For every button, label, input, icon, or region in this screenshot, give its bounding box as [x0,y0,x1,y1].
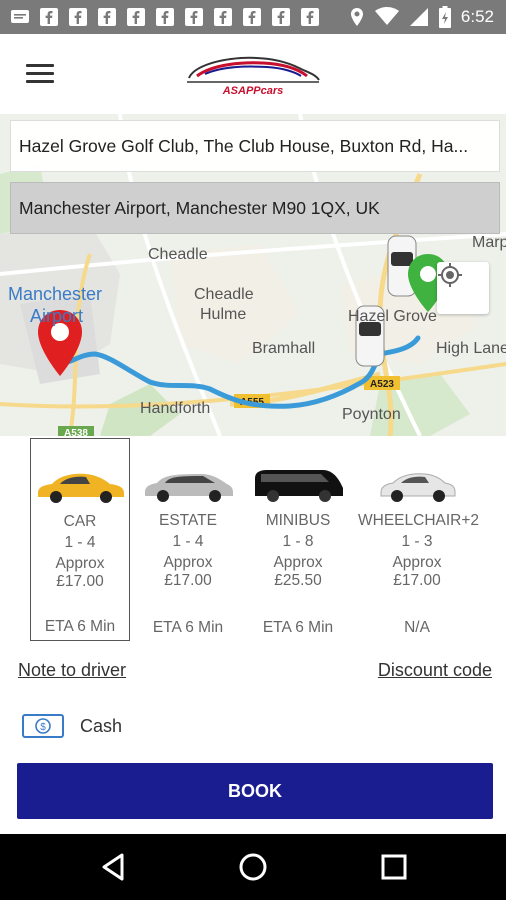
notification-icons [10,7,320,27]
vehicle-eta: N/A [404,619,430,636]
vehicle-option-wheelchair[interactable]: WHEELCHAIR+2 1 - 3 Approx £17.00 N/A [358,438,480,641]
vehicle-options: CAR 1 - 4 Approx £17.00 ETA 6 Min ESTATE… [28,438,498,643]
facebook-icon [214,8,232,26]
map-label-cheadle-hulme-2: Hulme [200,306,247,323]
map-label-marple: Marp [472,234,506,251]
vehicle-price: £17.00 [164,572,212,589]
vehicle-price: £17.00 [56,573,104,590]
minibus-image [255,470,343,502]
vehicle-price: £17.00 [393,572,441,589]
app-logo: ASAPPcars [187,56,320,97]
battery-icon [438,6,451,28]
vehicle-name: WHEELCHAIR+2 [358,512,480,529]
map-label-handforth: Handforth [140,400,211,417]
clock: 6:52 [460,7,494,26]
pickup-address-field[interactable]: Hazel Grove Golf Club, The Club House, B… [10,120,500,172]
cash-icon: $ [22,714,64,738]
book-button[interactable]: BOOK [17,763,493,819]
recents-icon[interactable] [378,851,410,883]
vehicle-approx-label: Approx [392,554,442,571]
crosshair-icon [438,263,462,287]
car-image [38,473,124,503]
vehicle-seats: 1 - 8 [282,533,314,550]
map-road-a523: A523 [370,379,394,390]
map-label-hazel-grove: Hazel Grove [348,308,437,325]
vehicle-seats: 1 - 4 [172,533,204,550]
facebook-icon [301,8,319,26]
map-label-poynton: Poynton [342,406,401,423]
vehicle-eta: ETA 6 Min [44,618,116,635]
map-road-a538: A538 [64,428,88,436]
payment-method[interactable]: $ Cash [22,712,122,740]
vehicle-approx-label: Approx [273,554,323,571]
svg-text:$: $ [40,722,46,733]
discount-code-link[interactable]: Discount code [378,660,492,681]
signal-icon [409,8,428,26]
back-icon[interactable] [98,851,130,883]
facebook-icon [40,8,58,26]
facebook-icon [98,8,116,26]
map-label-high-lane: High Lane [436,340,506,357]
facebook-icon [156,8,174,26]
vehicle-eta: ETA 6 Min [152,619,224,636]
message-icon [11,10,29,23]
map-label-airport: Airport [30,306,84,326]
map-label-cheadle: Cheadle [148,246,208,263]
home-icon[interactable] [237,851,269,883]
status-bar: 6:52 [0,0,506,34]
system-nav-bar [0,834,506,900]
app-bar: ASAPPcars [0,34,506,114]
vehicle-approx-label: Approx [163,554,213,571]
facebook-icon [69,8,87,26]
facebook-icon [185,8,203,26]
vehicle-seats: 1 - 3 [401,533,433,550]
map-label-cheadle-hulme-1: Cheadle [194,286,254,303]
vehicle-option-estate[interactable]: ESTATE 1 - 4 Approx £17.00 ETA 6 Min [138,438,238,641]
vehicle-approx-label: Approx [55,555,105,572]
map-label-bramhall: Bramhall [252,340,316,357]
facebook-icon [127,8,145,26]
wifi-icon [374,7,399,25]
payment-method-label: Cash [80,715,123,736]
facebook-icon [272,8,290,26]
facebook-icon [243,8,261,26]
estate-image [145,474,233,502]
vehicle-option-minibus[interactable]: MINIBUS 1 - 8 Approx £25.50 ETA 6 Min [248,438,348,641]
vehicle-price: £25.50 [274,572,322,589]
note-to-driver-link[interactable]: Note to driver [18,660,126,681]
location-icon [350,8,363,26]
svg-text:ASAPPcars: ASAPPcars [222,85,284,97]
dropoff-address-field[interactable]: Manchester Airport, Manchester M90 1QX, … [10,182,500,234]
vehicle-seats: 1 - 4 [64,534,96,551]
vehicle-name: ESTATE [159,512,217,529]
menu-icon[interactable] [26,64,54,84]
wheelchair-car-image [380,473,456,502]
vehicle-option-car[interactable]: CAR 1 - 4 Approx £17.00 ETA 6 Min [30,438,130,641]
vehicle-name: CAR [63,513,97,530]
system-icons: 6:52 [349,6,494,28]
vehicle-name: MINIBUS [265,512,331,529]
vehicle-eta: ETA 6 Min [262,619,334,636]
my-location-button[interactable] [437,262,489,314]
map-label-manchester: Manchester [8,284,103,304]
